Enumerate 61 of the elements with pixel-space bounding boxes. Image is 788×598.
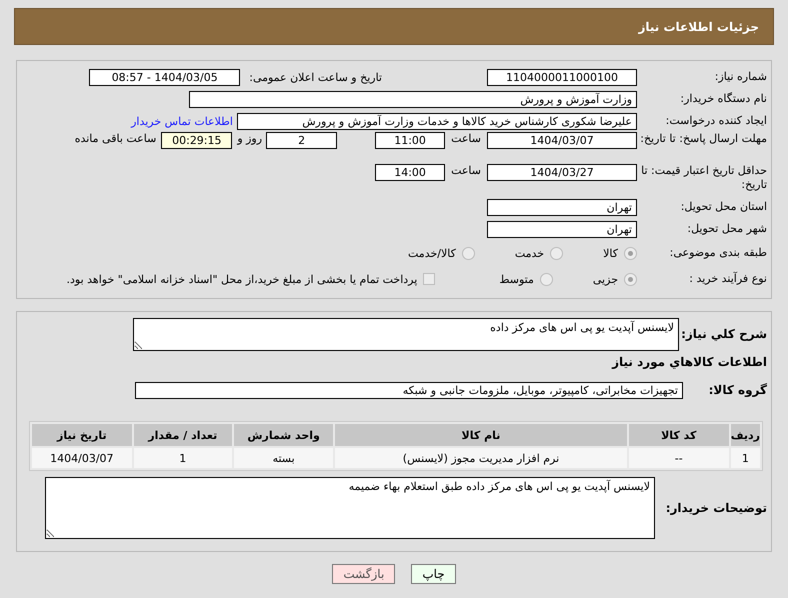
field-label: روز و — [237, 132, 262, 145]
field-label: نوع فرآیند خرید : — [688, 272, 768, 286]
radio-button[interactable] — [462, 246, 475, 260]
field-label: شرح كلي نياز: — [680, 327, 768, 341]
option-label: کالا — [603, 246, 618, 260]
table-cell: -- — [628, 448, 729, 468]
field-label: ساعت — [451, 164, 481, 177]
print-button[interactable]: چاپ — [411, 564, 456, 584]
table-cell: نرم افزار مدیریت مجوز (لایسنس) — [335, 448, 627, 468]
radio-button[interactable] — [550, 246, 564, 260]
column-header: تعداد / مقدار — [134, 424, 232, 446]
field-label: مهلت ارسال پاسخ: تا تاریخ: — [639, 132, 768, 146]
column-header: نام کالا — [335, 424, 627, 446]
input-field[interactable]: 11:00 — [375, 132, 446, 149]
input-field[interactable]: 14:00 — [375, 164, 446, 181]
column-header: ردیف — [730, 424, 760, 446]
option-label: متوسط — [499, 272, 534, 286]
input-field[interactable]: وزارت آموزش و پرورش — [189, 90, 637, 108]
description-box[interactable]: لایسنس آپدیت یو پی اس های مرکز داده — [133, 318, 679, 350]
field-label: حداقل تاریخ اعتبار قیمت: تا تاریخ: — [640, 164, 768, 192]
field-label: شهر محل تحویل: — [686, 222, 768, 236]
column-header: واحد شمارش — [234, 424, 334, 446]
page-title: جزئیات اطلاعات نیاز — [638, 20, 759, 34]
contact-link[interactable]: اطلاعات تماس خریدار — [131, 114, 233, 128]
field-label: شماره نیاز: — [714, 70, 768, 84]
input-field[interactable]: علیرضا شکوری کارشناس خرید کالاها و خدمات وزارت آموزش و پرورش — [237, 112, 637, 130]
input-field[interactable]: 2 — [266, 132, 338, 149]
timer-field[interactable]: 00:29:15 — [161, 132, 232, 149]
field-label: گروه کالا: — [708, 383, 768, 397]
field-label: ایجاد کننده درخواست: — [664, 114, 768, 128]
field-label: طبقه بندی موضوعی: — [668, 246, 768, 260]
back-button[interactable]: بازگشت — [332, 564, 396, 584]
radio-button[interactable] — [624, 246, 637, 260]
table-cell: 1 — [730, 448, 760, 468]
input-field[interactable]: 1404/03/05 - 08:57 — [89, 68, 240, 86]
payment-note: پرداخت تمام یا بخشی از مبلغ خرید،از محل "اسناد خزانه اسلامی" خواهد بود. — [66, 272, 418, 286]
field-label: نام دستگاه خریدار: — [679, 92, 768, 106]
radio-button[interactable] — [540, 272, 553, 286]
input-field[interactable]: 1104000011000100 — [487, 68, 637, 86]
input-field[interactable]: 1404/03/27 — [487, 164, 637, 181]
field-label: ساعت باقی مانده — [74, 132, 156, 145]
field-label: توضیحات خریدار: — [664, 501, 768, 515]
notes-box[interactable]: لایسنس آپدیت یو پی اس های مرکز داده طبق استعلام بهاء ضمیمه — [45, 477, 655, 539]
input-field[interactable]: تجهیزات مخابراتی، کامپیوتر، موبایل، ملزومات جانبی و شبکه — [135, 382, 683, 398]
field-label: ساعت — [451, 132, 481, 145]
field-label: تاریخ و ساعت اعلان عمومی: — [249, 70, 382, 84]
field-label: استان محل تحویل: — [680, 200, 768, 214]
input-field[interactable]: تهران — [487, 220, 637, 238]
option-label: خدمت — [514, 246, 544, 260]
option-label: کالا/خدمت — [408, 246, 456, 260]
section-heading: اطلاعات كالاهاي مورد نياز — [612, 355, 768, 369]
table-cell: 1 — [134, 448, 232, 468]
input-field[interactable]: 1404/03/07 — [487, 132, 637, 149]
column-header: تاریخ نیاز — [32, 424, 132, 446]
option-label: جزیی — [592, 272, 618, 286]
table-cell: بسته — [234, 448, 334, 468]
column-header: کد کالا — [628, 424, 729, 446]
table-cell: 1404/03/07 — [32, 448, 132, 468]
input-field[interactable]: تهران — [487, 198, 637, 216]
checkbox[interactable] — [423, 273, 436, 285]
radio-button[interactable] — [624, 272, 637, 286]
